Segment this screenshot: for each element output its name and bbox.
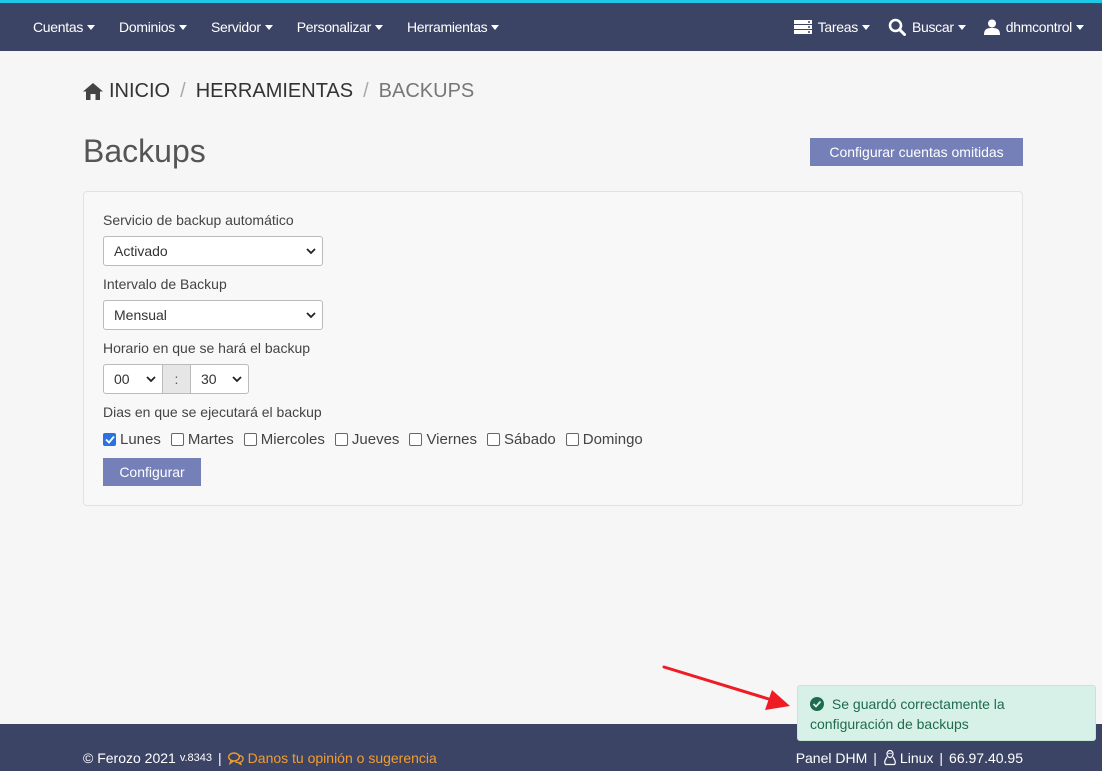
feedback-link[interactable]: Danos tu opinión o sugerencia	[227, 750, 437, 766]
chevron-down-icon	[232, 375, 242, 383]
nav-user[interactable]: dhmcontrol	[983, 19, 1084, 35]
time-label: Horario en que se hará el backup	[103, 340, 311, 356]
footer-pipe: |	[873, 750, 877, 766]
nav-cuentas[interactable]: Cuentas	[33, 19, 96, 35]
nav-dominios[interactable]: Dominios	[119, 19, 187, 35]
day-martes[interactable]: Martes	[170, 431, 234, 448]
chevron-down-icon	[306, 311, 316, 319]
version: v.8343	[179, 752, 213, 764]
os-name: Linux	[899, 750, 934, 766]
panel-name: Panel DHM	[795, 750, 868, 766]
toast-message: Se guardó correctamente la configuración…	[810, 696, 1005, 732]
server-ip: 66.97.40.95	[949, 750, 1023, 766]
checkbox[interactable]	[487, 433, 501, 446]
breadcrumb-separator: /	[180, 80, 186, 102]
check-circle-icon	[810, 697, 824, 711]
hour-select[interactable]: 00	[103, 364, 163, 394]
home-icon	[83, 83, 103, 100]
server-icon	[793, 20, 812, 34]
day-miercoles[interactable]: Miercoles	[243, 431, 325, 448]
service-label: Servicio de backup automático	[103, 212, 294, 228]
nav-left: Cuentas Dominios Servidor Personalizar H…	[33, 19, 523, 35]
caret-down-icon	[179, 24, 187, 30]
success-toast: Se guardó correctamente la configuración…	[797, 685, 1096, 741]
user-icon	[983, 19, 1000, 35]
time-separator: :	[163, 364, 190, 394]
nav-tareas[interactable]: Tareas	[793, 19, 870, 35]
nav-buscar[interactable]: Buscar	[888, 18, 966, 36]
caret-down-icon	[957, 24, 966, 30]
annotation-arrow-icon	[662, 665, 790, 710]
interval-label: Intervalo de Backup	[103, 276, 227, 292]
days-label: Dias en que se ejecutará el backup	[103, 404, 322, 420]
caret-down-icon	[264, 24, 273, 30]
breadcrumb-current: BACKUPS	[378, 80, 475, 102]
days-checkbox-group: Lunes Martes Miercoles Jueves Viernes Sá…	[103, 431, 653, 448]
comments-icon	[227, 751, 244, 765]
breadcrumb-separator: /	[363, 80, 369, 102]
copyright: © Ferozo 2021	[83, 750, 176, 766]
day-viernes[interactable]: Viernes	[409, 431, 477, 448]
footer-pipe: |	[218, 750, 222, 766]
chevron-down-icon	[306, 247, 316, 255]
caret-down-icon	[1076, 24, 1084, 30]
interval-select[interactable]: Mensual	[103, 300, 323, 330]
day-sabado[interactable]: Sábado	[487, 431, 556, 448]
nav-personalizar[interactable]: Personalizar	[297, 19, 383, 35]
checkbox[interactable]	[409, 433, 423, 446]
top-navbar: Cuentas Dominios Servidor Personalizar H…	[0, 0, 1102, 51]
backup-settings-panel: Servicio de backup automático Activado I…	[83, 191, 1023, 506]
minute-select[interactable]: 30	[190, 364, 249, 394]
day-domingo[interactable]: Domingo	[565, 431, 643, 448]
checkbox[interactable]	[170, 433, 184, 446]
caret-down-icon	[374, 24, 383, 30]
nav-herramientas[interactable]: Herramientas	[407, 19, 500, 35]
page-title: Backups	[83, 133, 206, 169]
caret-down-icon	[87, 24, 96, 30]
caret-down-icon	[491, 24, 500, 30]
footer-right: Panel DHM | Linux | 66.97.40.95	[796, 750, 1023, 766]
checkbox[interactable]	[565, 433, 579, 446]
checkbox[interactable]	[243, 433, 257, 446]
caret-down-icon	[861, 24, 870, 30]
checkbox[interactable]	[334, 433, 348, 446]
breadcrumb: INICIO / HERRAMIENTAS / BACKUPS	[83, 80, 474, 103]
breadcrumb-home[interactable]: INICIO	[109, 80, 170, 103]
footer-pipe: |	[939, 750, 944, 766]
configure-omitted-accounts-button[interactable]: Configurar cuentas omitidas	[810, 138, 1023, 166]
checkbox-checked[interactable]	[103, 433, 116, 446]
footer-left: © Ferozo 2021 v.8343 | Danos tu opinión …	[83, 750, 437, 766]
day-lunes[interactable]: Lunes	[103, 431, 161, 448]
chevron-down-icon	[146, 375, 156, 383]
nav-servidor[interactable]: Servidor	[211, 19, 273, 35]
linux-icon	[883, 750, 897, 766]
configure-button[interactable]: Configurar	[103, 458, 201, 486]
breadcrumb-herramientas[interactable]: HERRAMIENTAS	[196, 80, 353, 103]
search-icon	[888, 18, 906, 36]
day-jueves[interactable]: Jueves	[334, 431, 399, 448]
service-select[interactable]: Activado	[103, 236, 323, 266]
nav-right: Tareas Buscar dhmcontrol	[776, 18, 1084, 36]
